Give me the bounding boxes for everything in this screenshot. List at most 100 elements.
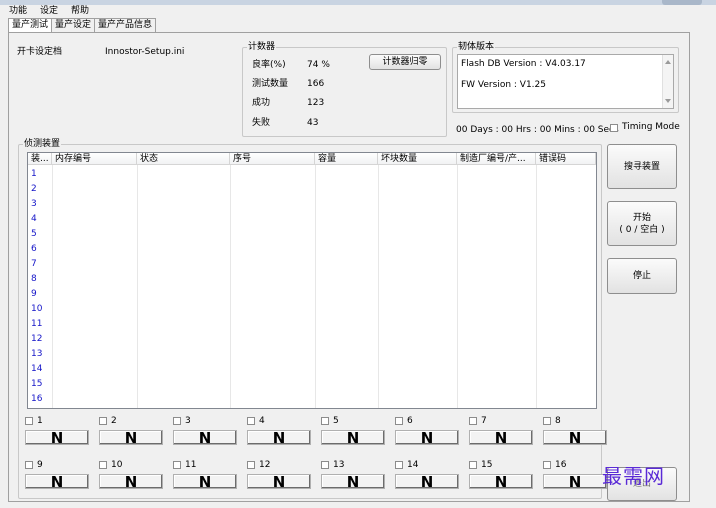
table-row-number[interactable]: 9 [31, 289, 37, 300]
table-row-number[interactable]: 7 [31, 259, 37, 270]
timing-mode-checkbox[interactable] [610, 124, 618, 132]
slot-number-label: 5 [333, 416, 339, 426]
menu-function[interactable]: 功能 [0, 5, 31, 17]
column-header[interactable]: 容量 [315, 153, 378, 165]
column-divider [457, 165, 458, 408]
start-button[interactable]: 开始 ( 0 / 空白 ) [607, 201, 677, 246]
yield-label: 良率(%) [252, 60, 286, 70]
firmware-info-box[interactable]: Flash DB Version : V4.03.17 FW Version :… [457, 54, 674, 109]
column-divider [137, 165, 138, 408]
slot-number-label: 15 [481, 460, 493, 470]
slot-checkbox[interactable] [321, 461, 329, 469]
test-count-label: 测试数量 [252, 79, 289, 89]
slot-status-indicator: N [395, 430, 459, 446]
test-count-value: 166 [307, 79, 325, 89]
slot-number-label: 12 [259, 460, 271, 470]
column-header[interactable]: 内存编号 [52, 153, 137, 165]
column-header[interactable]: 坏块数量 [378, 153, 457, 165]
config-file-value: Innostor-Setup.ini [105, 47, 185, 57]
table-row-number[interactable]: 5 [31, 229, 37, 240]
failure-label: 失败 [252, 118, 271, 128]
slot-checkbox[interactable] [321, 417, 329, 425]
table-row-number[interactable]: 14 [31, 364, 42, 375]
column-divider [52, 165, 53, 408]
slot-number-label: 7 [481, 416, 487, 426]
table-row-number[interactable]: 10 [31, 304, 42, 315]
slot-status-indicator: N [321, 474, 385, 490]
slot-checkbox[interactable] [99, 417, 107, 425]
reset-counter-button[interactable]: 计数器归零 [369, 54, 441, 70]
firmware-scrollbar[interactable] [662, 55, 673, 108]
slot-number-label: 2 [111, 416, 117, 426]
column-divider [378, 165, 379, 408]
slot-number-label: 14 [407, 460, 419, 470]
slot-number-label: 3 [185, 416, 191, 426]
timing-mode-label: Timing Mode [622, 122, 680, 132]
menu-settings[interactable]: 设定 [31, 5, 62, 17]
table-row-number[interactable]: 16 [31, 394, 42, 405]
tab-panel: 开卡设定档 Innostor-Setup.ini 计数器 良率(%) 74 % … [8, 32, 690, 502]
tab-strip: 量产测试 量产设定 量产产品信息 [8, 18, 157, 33]
slot-number-label: 16 [555, 460, 567, 470]
scroll-down-icon[interactable] [665, 99, 671, 103]
menu-help[interactable]: 帮助 [62, 5, 93, 17]
slot-status-indicator: N [469, 474, 533, 490]
firmware-group-title: 韧体版本 [457, 42, 496, 52]
column-header[interactable]: 序号 [230, 153, 315, 165]
slot-number-label: 8 [555, 416, 561, 426]
slot-status-indicator: N [25, 430, 89, 446]
slot-status-indicator: N [173, 430, 237, 446]
table-row-number[interactable]: 2 [31, 184, 37, 195]
column-header[interactable]: 装... [28, 153, 52, 165]
column-header[interactable]: 状态 [137, 153, 230, 165]
slot-status-indicator: N [99, 474, 163, 490]
slot-checkbox[interactable] [99, 461, 107, 469]
slot-checkbox[interactable] [247, 461, 255, 469]
slot-checkbox[interactable] [25, 461, 33, 469]
slot-status-indicator: N [543, 474, 607, 490]
table-row-number[interactable]: 1 [31, 169, 37, 180]
table-row-number[interactable]: 8 [31, 274, 37, 285]
device-table-header: 装... 内存编号 状态 序号 容量 坏块数量 制造厂编号/产... 错误码 [28, 153, 596, 165]
tab-production-test[interactable]: 量产测试 [8, 18, 53, 33]
slot-number-label: 11 [185, 460, 197, 470]
stop-button[interactable]: 停止 [607, 258, 677, 294]
device-group-title: 侦测装置 [23, 139, 62, 149]
table-row-number[interactable]: 15 [31, 379, 42, 390]
slot-checkbox[interactable] [173, 461, 181, 469]
slot-checkbox[interactable] [173, 417, 181, 425]
table-row-number[interactable]: 13 [31, 349, 42, 360]
slot-number-label: 6 [407, 416, 413, 426]
slot-status-indicator: N [247, 430, 311, 446]
table-row-number[interactable]: 6 [31, 244, 37, 255]
table-row-number[interactable]: 11 [31, 319, 42, 330]
slot-checkbox[interactable] [395, 461, 403, 469]
table-row-number[interactable]: 4 [31, 214, 37, 225]
table-row-number[interactable]: 12 [31, 334, 42, 345]
slot-checkbox[interactable] [25, 417, 33, 425]
scroll-up-icon[interactable] [665, 60, 671, 64]
column-header[interactable]: 制造厂编号/产... [457, 153, 536, 165]
slot-number-label: 4 [259, 416, 265, 426]
slot-status-indicator: N [247, 474, 311, 490]
config-file-label: 开卡设定档 [17, 47, 63, 57]
slot-number-label: 9 [37, 460, 43, 470]
search-device-button[interactable]: 搜寻装置 [607, 144, 677, 189]
slot-checkbox[interactable] [469, 417, 477, 425]
slot-number-label: 1 [37, 416, 43, 426]
firmware-group: 韧体版本 Flash DB Version : V4.03.17 FW Vers… [452, 42, 679, 113]
tab-production-settings[interactable]: 量产设定 [51, 18, 96, 32]
slot-checkbox[interactable] [247, 417, 255, 425]
slot-checkbox[interactable] [395, 417, 403, 425]
slot-checkbox[interactable] [543, 417, 551, 425]
slot-checkbox[interactable] [469, 461, 477, 469]
table-row-number[interactable]: 3 [31, 199, 37, 210]
elapsed-timer: 00 Days : 00 Hrs : 00 Mins : 00 Secs [456, 125, 619, 135]
tab-product-info[interactable]: 量产产品信息 [94, 18, 157, 32]
success-label: 成功 [252, 98, 271, 108]
slot-status-indicator: N [469, 430, 533, 446]
device-table[interactable]: 装... 内存编号 状态 序号 容量 坏块数量 制造厂编号/产... 错误码 1… [27, 152, 597, 409]
column-header[interactable]: 错误码 [536, 153, 596, 165]
fw-version: FW Version : V1.25 [461, 80, 546, 90]
slot-checkbox[interactable] [543, 461, 551, 469]
